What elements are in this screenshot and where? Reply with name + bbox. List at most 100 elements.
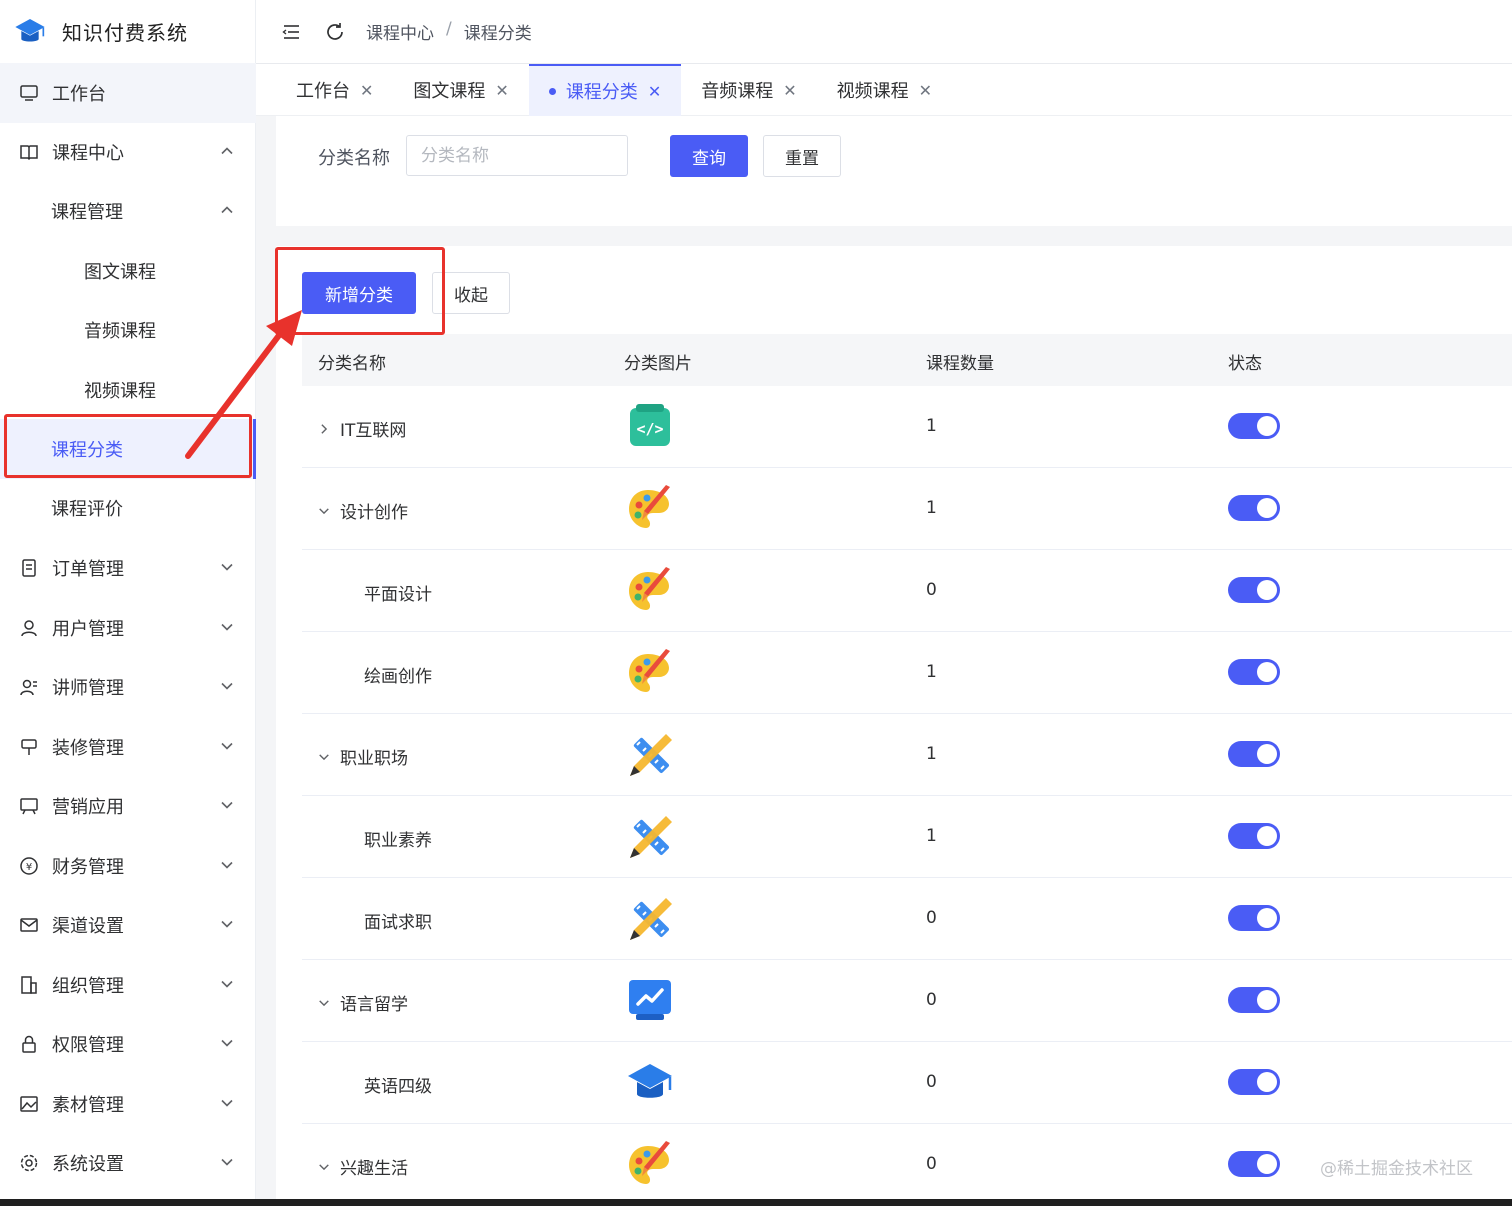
table-row: 职业职场 1 (302, 714, 1512, 796)
category-name: 绘画创作 (364, 667, 432, 687)
sidebar-item-permission[interactable]: 权限管理 (0, 1014, 256, 1074)
search-panel: 分类名称 查询 重置 (276, 116, 1512, 226)
sidebar-item-label: 营销应用 (52, 797, 124, 818)
breadcrumb-item[interactable]: 课程中心 (366, 19, 434, 44)
chevron-down-icon[interactable] (318, 1161, 330, 1173)
status-toggle[interactable] (1228, 495, 1280, 521)
chevron-down-icon[interactable] (318, 997, 330, 1009)
category-name: 语言留学 (340, 995, 408, 1015)
sidebar-item-material[interactable]: 素材管理 (0, 1074, 256, 1134)
table-row: 设计创作 1 (302, 468, 1512, 550)
refresh-icon[interactable] (324, 21, 346, 43)
table-header: 分类名称 分类图片 课程数量 状态 (302, 334, 1512, 386)
category-name-cell: 兴趣生活 (318, 1154, 408, 1179)
status-toggle[interactable] (1228, 1069, 1280, 1095)
category-name-cell: 职业职场 (318, 744, 408, 769)
status-toggle[interactable] (1228, 741, 1280, 767)
gear-icon (18, 1152, 40, 1174)
sidebar-item-order[interactable]: 订单管理 (0, 538, 256, 598)
tab-bar: 工作台 ✕ 图文课程 ✕ 课程分类 ✕ 音频课程 ✕ 视频课程 ✕ (256, 64, 1512, 116)
category-name-cell: 设计创作 (318, 498, 408, 523)
reset-button[interactable]: 重置 (763, 135, 841, 177)
category-name-cell: IT互联网 (318, 416, 406, 441)
tab-course-category[interactable]: 课程分类 ✕ (528, 64, 682, 116)
course-count: 0 (926, 908, 937, 928)
chevron-down-icon (220, 560, 234, 574)
tab-workbench[interactable]: 工作台 ✕ (256, 64, 393, 116)
status-toggle[interactable] (1228, 413, 1280, 439)
tab-audio-course[interactable]: 音频课程 ✕ (681, 64, 816, 116)
course-count: 0 (926, 1072, 937, 1092)
sidebar-item-label: 课程评价 (51, 499, 123, 520)
sidebar-item-graphic-course[interactable]: 图文课程 (0, 241, 256, 301)
close-icon[interactable]: ✕ (648, 82, 661, 101)
yen-icon: ¥ (18, 855, 40, 877)
app-title: 知识付费系统 (62, 20, 188, 45)
mail-icon (18, 914, 40, 936)
chevron-down-icon[interactable] (318, 505, 330, 517)
chevron-up-icon (220, 203, 234, 217)
category-name-input[interactable] (406, 135, 628, 176)
chevron-down-icon (220, 858, 234, 872)
sidebar-item-marketing[interactable]: 营销应用 (0, 776, 256, 836)
course-count: 1 (926, 826, 937, 846)
tab-label: 视频课程 (836, 81, 909, 102)
status-toggle[interactable] (1228, 577, 1280, 603)
sidebar-item-user[interactable]: 用户管理 (0, 598, 256, 658)
graduation-cap-icon (626, 1058, 674, 1106)
chevron-down-icon (220, 917, 234, 931)
tab-label: 图文课程 (413, 81, 486, 102)
tab-graphic-course[interactable]: 图文课程 ✕ (393, 64, 528, 116)
category-name: 英语四级 (364, 1077, 432, 1097)
sidebar-item-teacher[interactable]: 讲师管理 (0, 657, 256, 717)
palette-icon (626, 484, 674, 532)
status-toggle[interactable] (1228, 659, 1280, 685)
breadcrumb: 课程中心 / 课程分类 (366, 19, 532, 44)
active-dot (548, 87, 556, 95)
sidebar-item-label: 财务管理 (52, 856, 124, 878)
status-toggle[interactable] (1228, 987, 1280, 1013)
category-name-cell: 语言留学 (318, 990, 408, 1015)
sidebar-item-system[interactable]: 系统设置 (0, 1133, 256, 1193)
sidebar-item-decoration[interactable]: 装修管理 (0, 717, 256, 777)
sidebar-item-course-manage[interactable]: 课程管理 (0, 181, 256, 241)
menu-fold-icon[interactable] (280, 21, 302, 43)
sidebar-item-finance[interactable]: ¥ 财务管理 (0, 836, 256, 896)
sidebar-item-course-review[interactable]: 课程评价 (0, 478, 256, 538)
sidebar-item-course-center[interactable]: 课程中心 (0, 122, 256, 182)
sidebar-item-workbench[interactable]: 工作台 (0, 63, 256, 123)
close-icon[interactable]: ✕ (360, 81, 373, 100)
table-row: 绘画创作 1 (302, 632, 1512, 714)
close-icon[interactable]: ✕ (495, 81, 508, 100)
status-toggle[interactable] (1228, 905, 1280, 931)
image-icon (18, 1093, 40, 1115)
monitor-icon (18, 82, 40, 104)
column-header: 课程数量 (926, 354, 994, 374)
chevron-right-icon[interactable] (318, 423, 330, 435)
chevron-down-icon (220, 1096, 234, 1110)
close-icon[interactable]: ✕ (783, 81, 796, 100)
tab-video-course[interactable]: 视频课程 ✕ (817, 64, 952, 116)
course-count: 1 (926, 744, 937, 764)
sidebar-item-organization[interactable]: 组织管理 (0, 955, 256, 1015)
sidebar-item-label: 视频课程 (84, 381, 156, 402)
course-count: 1 (926, 498, 937, 518)
sidebar-item-label: 订单管理 (52, 559, 124, 580)
category-name-cell: 绘画创作 (364, 662, 432, 687)
chevron-down-icon[interactable] (318, 751, 330, 763)
chevron-down-icon (220, 1155, 234, 1169)
close-icon[interactable]: ✕ (919, 81, 932, 100)
app-logo[interactable]: 知识付费系统 (0, 0, 255, 62)
ruler-pencil-icon (626, 812, 674, 860)
status-toggle[interactable] (1228, 823, 1280, 849)
sidebar-item-label: 组织管理 (52, 975, 124, 997)
book-icon (18, 141, 40, 163)
status-toggle[interactable] (1228, 1151, 1280, 1177)
category-name: 兴趣生活 (340, 1159, 408, 1179)
sidebar-item-channel[interactable]: 渠道设置 (0, 895, 256, 955)
ruler-pencil-icon (626, 894, 674, 942)
category-name: 职业职场 (340, 749, 408, 769)
table-row: 语言留学 0 (302, 960, 1512, 1042)
svg-text:¥: ¥ (26, 862, 32, 873)
query-button[interactable]: 查询 (670, 135, 748, 177)
